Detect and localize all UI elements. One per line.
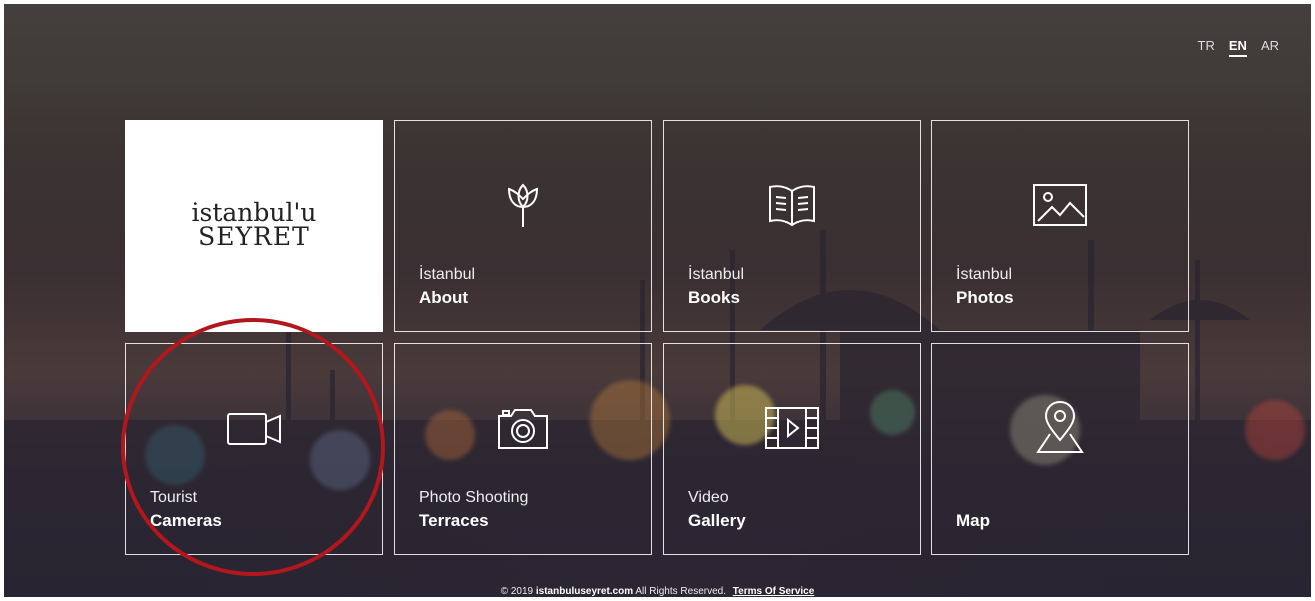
footer-copyright: © 2019 bbox=[500, 586, 534, 597]
terms-of-service-link[interactable]: Terms Of Service bbox=[733, 586, 815, 597]
tile-terraces-line2: Terraces bbox=[419, 511, 489, 530]
logo-tile[interactable]: istanbul'u SEYRET bbox=[125, 120, 383, 332]
tile-about-line2: About bbox=[419, 288, 469, 307]
tulip-icon bbox=[507, 183, 539, 227]
tile-terraces-line1: Photo Shooting bbox=[419, 489, 529, 506]
tile-books-line1: İstanbul bbox=[688, 266, 745, 283]
tile-about[interactable]: İstanbul About bbox=[394, 120, 652, 332]
picture-icon bbox=[1033, 184, 1087, 226]
footer: © 2019 istanbuluseyret.com All Rights Re… bbox=[0, 586, 1315, 597]
lang-ar[interactable]: AR bbox=[1261, 38, 1279, 57]
tile-books-line2: Books bbox=[688, 288, 740, 307]
tile-photos[interactable]: İstanbul Photos bbox=[931, 120, 1189, 332]
tile-about-line1: İstanbul bbox=[419, 266, 476, 283]
lang-tr[interactable]: TR bbox=[1198, 38, 1215, 57]
footer-site: istanbuluseyret.com bbox=[535, 586, 634, 597]
film-icon bbox=[765, 407, 819, 449]
highlight-circle bbox=[121, 318, 385, 576]
tile-map-line2: Map bbox=[956, 511, 990, 530]
tile-books[interactable]: İstanbul Books bbox=[663, 120, 921, 332]
logo-text-line2: SEYRET bbox=[198, 222, 310, 251]
tile-terraces[interactable]: Photo Shooting Terraces bbox=[394, 343, 652, 555]
footer-rights: All Rights Reserved. bbox=[635, 586, 726, 597]
tile-photos-line2: Photos bbox=[956, 288, 1014, 307]
tile-photos-line1: İstanbul bbox=[956, 266, 1013, 283]
lang-en[interactable]: EN bbox=[1228, 38, 1247, 57]
tile-map[interactable]: Map bbox=[931, 343, 1189, 555]
map-pin-icon bbox=[1036, 400, 1084, 453]
bokeh-light bbox=[1245, 400, 1305, 460]
book-icon bbox=[769, 185, 815, 227]
tile-gallery[interactable]: Video Gallery bbox=[663, 343, 921, 555]
language-switcher: TR EN AR bbox=[1198, 38, 1279, 57]
camera-icon bbox=[498, 409, 548, 449]
tile-gallery-line1: Video bbox=[688, 489, 729, 506]
tile-gallery-line2: Gallery bbox=[688, 511, 746, 530]
